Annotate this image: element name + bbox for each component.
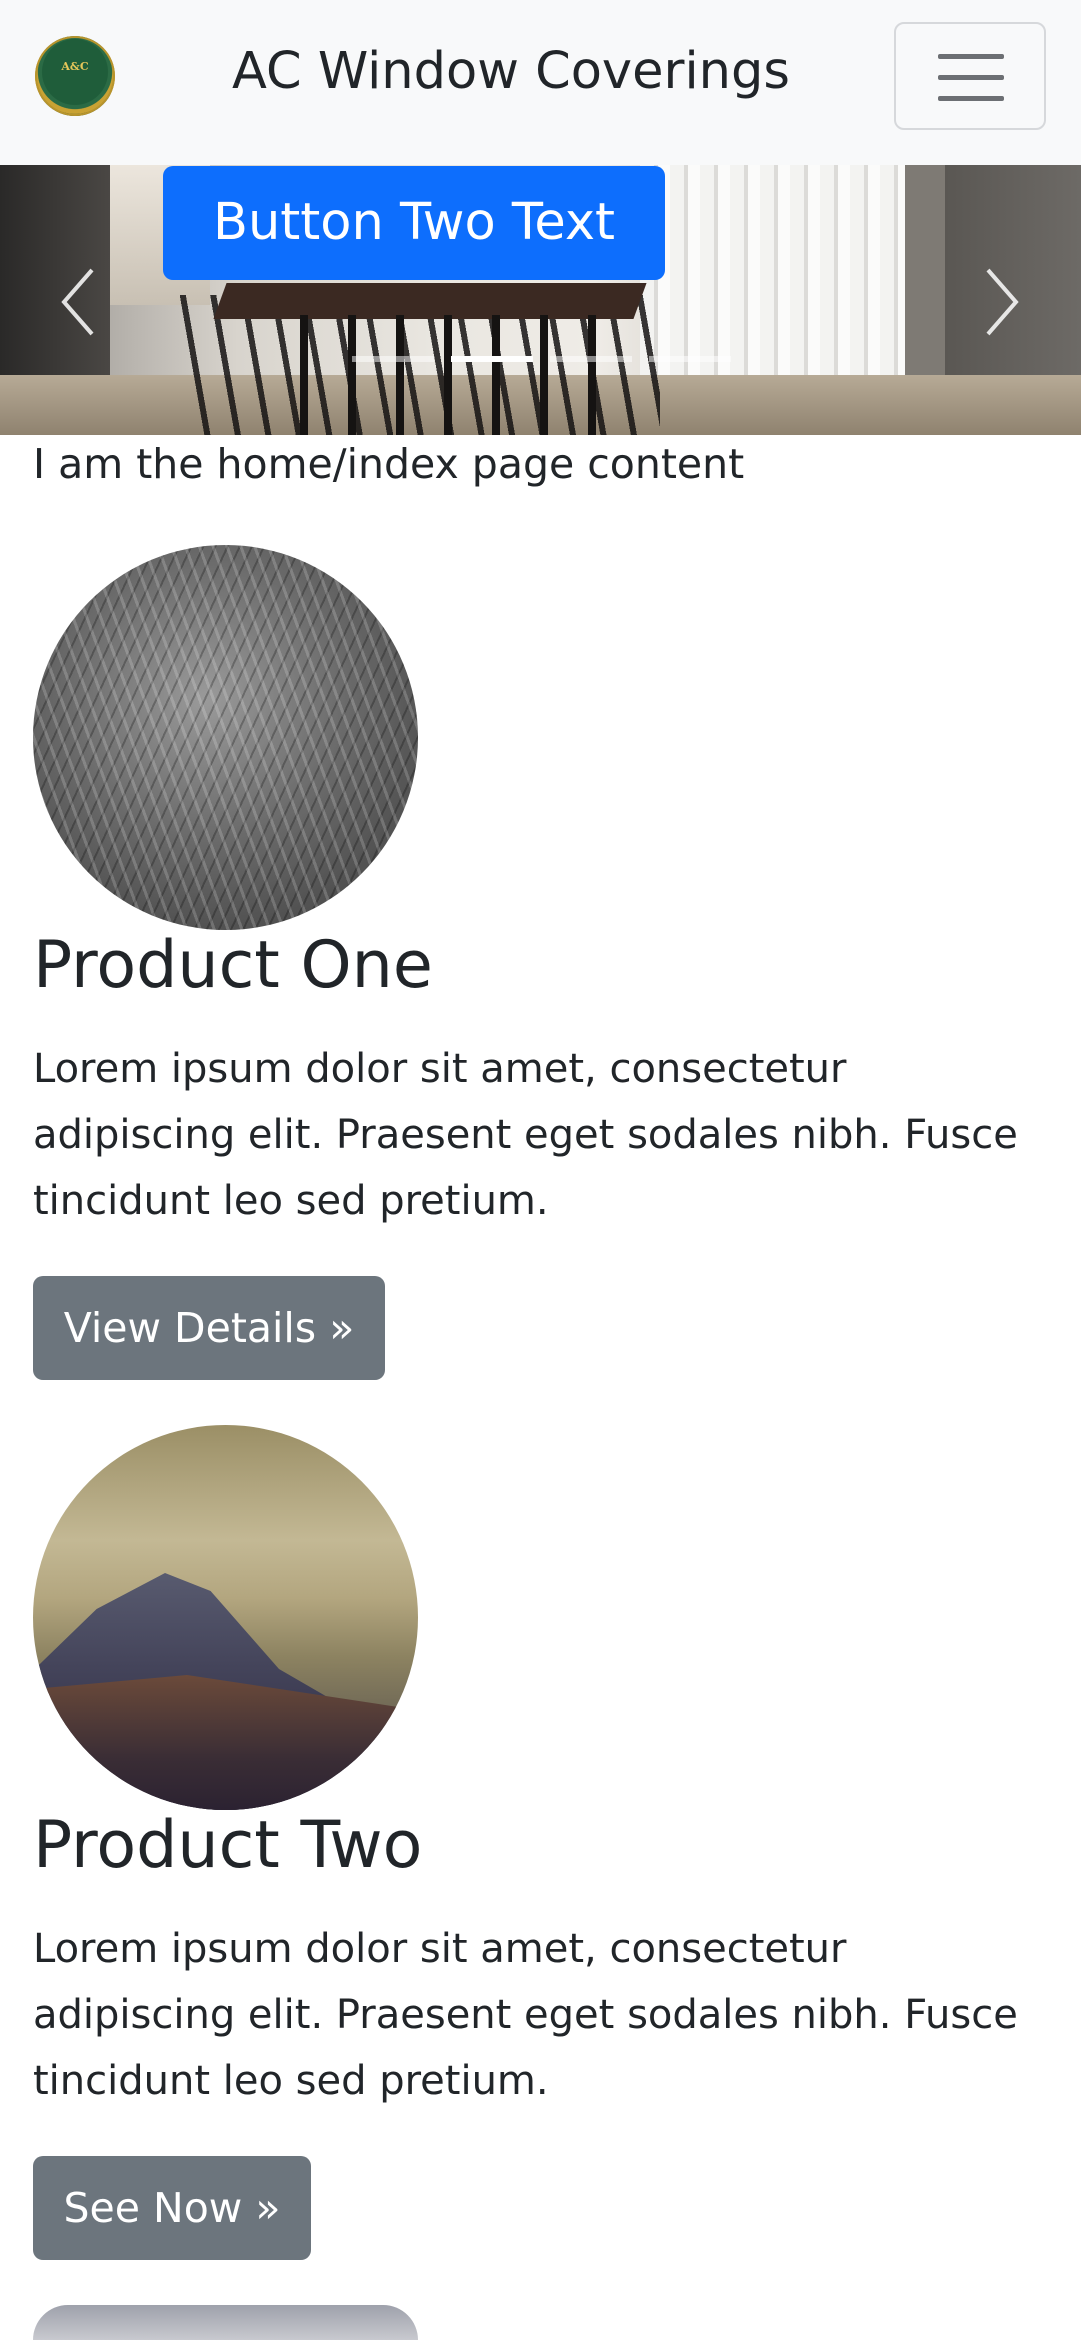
product-two-title: Product Two <box>33 1808 423 1883</box>
carousel-indicator-1[interactable] <box>352 356 434 362</box>
product-one-title: Product One <box>33 928 433 1003</box>
product-two-description: Lorem ipsum dolor sit amet, consectetur … <box>33 1926 1018 2104</box>
carousel-indicator-3[interactable] <box>550 356 632 362</box>
product-one-description: Lorem ipsum dolor sit amet, consectetur … <box>33 1046 1018 1224</box>
product-three-image <box>33 2305 418 2340</box>
carousel-caption-button[interactable]: Button Two Text <box>163 166 665 280</box>
carousel-indicators <box>0 356 1081 364</box>
carousel-indicator-2[interactable] <box>451 356 533 362</box>
chevron-left-icon[interactable] <box>52 262 112 342</box>
brand-logo[interactable]: A&C <box>35 36 115 116</box>
view-details-button[interactable]: View Details » <box>33 1276 385 1380</box>
product-two-image <box>33 1425 418 1810</box>
page-intro-text: I am the home/index page content <box>33 440 745 488</box>
navbar-toggler-button[interactable] <box>894 22 1046 130</box>
logo-text: A&C <box>61 60 89 73</box>
see-now-button[interactable]: See Now » <box>33 2156 311 2260</box>
chevron-right-icon[interactable] <box>968 262 1028 342</box>
brand-name[interactable]: AC Window Coverings <box>232 42 790 101</box>
product-one-image <box>33 545 418 930</box>
carousel-indicator-4[interactable] <box>649 356 731 362</box>
navbar: A&C AC Window Coverings <box>0 0 1081 165</box>
